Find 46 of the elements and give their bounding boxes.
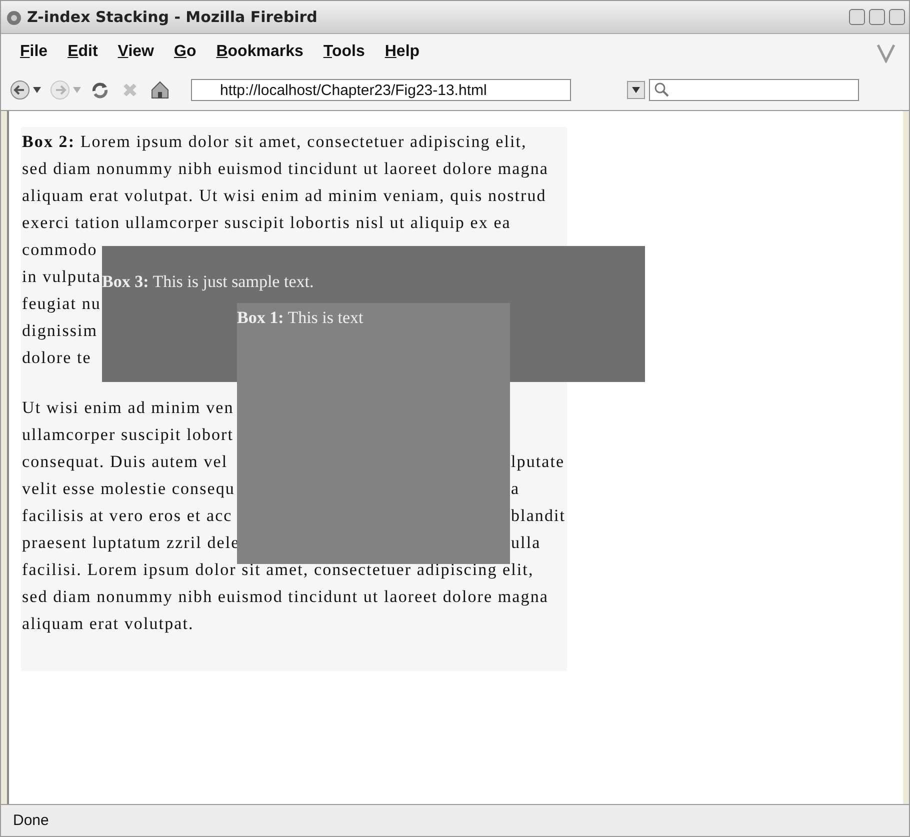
text-line: dolore te xyxy=(22,347,92,369)
text-line: exerci tation ullamcorper suscipit lobortis nisl ut aliquip ex ea xyxy=(22,212,511,234)
menu-item[interactable]: Bookmarks xyxy=(209,41,310,63)
text-line: aliquam erat volutpat. xyxy=(22,613,194,635)
text-fragment: lputate xyxy=(511,451,565,473)
text-line: in vulputa xyxy=(22,266,101,288)
status-text: Done xyxy=(13,812,49,829)
address-field[interactable]: http://localhost/Chapter23/Fig23-13.html xyxy=(191,79,571,101)
menu-item[interactable]: Edit xyxy=(60,41,105,63)
text-line: ullamcorper suscipit lobort xyxy=(22,424,234,446)
search-field[interactable] xyxy=(649,79,859,101)
text-line: velit esse molestie consequ xyxy=(22,478,235,500)
search-icon xyxy=(654,82,670,98)
text-line: praesent luptatum zzril dele xyxy=(22,532,240,554)
text-line: Ut wisi enim ad minim ven xyxy=(22,397,234,419)
address-dropdown[interactable] xyxy=(627,81,645,99)
app-icon xyxy=(5,8,23,26)
menu-item[interactable]: Tools xyxy=(316,41,372,63)
text-line: Box 2: Lorem ipsum dolor sit amet, consectetuer adipiscing elit, xyxy=(22,131,527,153)
text-fragment: blandit xyxy=(511,505,566,527)
text-line: sed diam nonummy nibh euismod tincidunt ut laoreet dolore magna xyxy=(22,158,548,180)
back-icon xyxy=(9,79,31,101)
menu-item[interactable]: File xyxy=(13,41,55,63)
menu-item[interactable]: Go xyxy=(166,41,204,63)
caret-icon[interactable] xyxy=(33,87,41,93)
text-line: aliquam erat volutpat. Ut wisi enim ad minim veniam, quis nostrud xyxy=(22,185,546,207)
text-fragment: a xyxy=(511,478,520,500)
minimize-button[interactable] xyxy=(849,9,865,25)
caret-icon xyxy=(632,87,640,93)
home-icon xyxy=(149,79,171,101)
text-line: facilisis at vero eros et acc xyxy=(22,505,232,527)
text-line: dignissim xyxy=(22,320,98,342)
close-button[interactable] xyxy=(889,9,905,25)
text-line: facilisi. Lorem ipsum dolor sit amet, consectetuer adipiscing elit, xyxy=(22,559,534,581)
menu-item[interactable]: View xyxy=(110,41,161,63)
text-line: sed diam nonummy nibh euismod tincidunt ut laoreet dolore magna xyxy=(22,586,548,608)
menu-item[interactable]: Help xyxy=(378,41,427,63)
text-fragment: ulla xyxy=(511,532,541,554)
text-line: consequat. Duis autem vel xyxy=(22,451,228,473)
box-text: Box 1: This is text xyxy=(237,308,364,327)
maximize-button[interactable] xyxy=(869,9,885,25)
window-title: Z-index Stacking - Mozilla Firebird xyxy=(27,8,318,26)
text-line: commodo xyxy=(22,239,98,261)
forward-icon xyxy=(49,79,71,101)
box-text: Box 3: This is just sample text. xyxy=(102,272,314,291)
text-line: feugiat nu xyxy=(22,293,101,315)
